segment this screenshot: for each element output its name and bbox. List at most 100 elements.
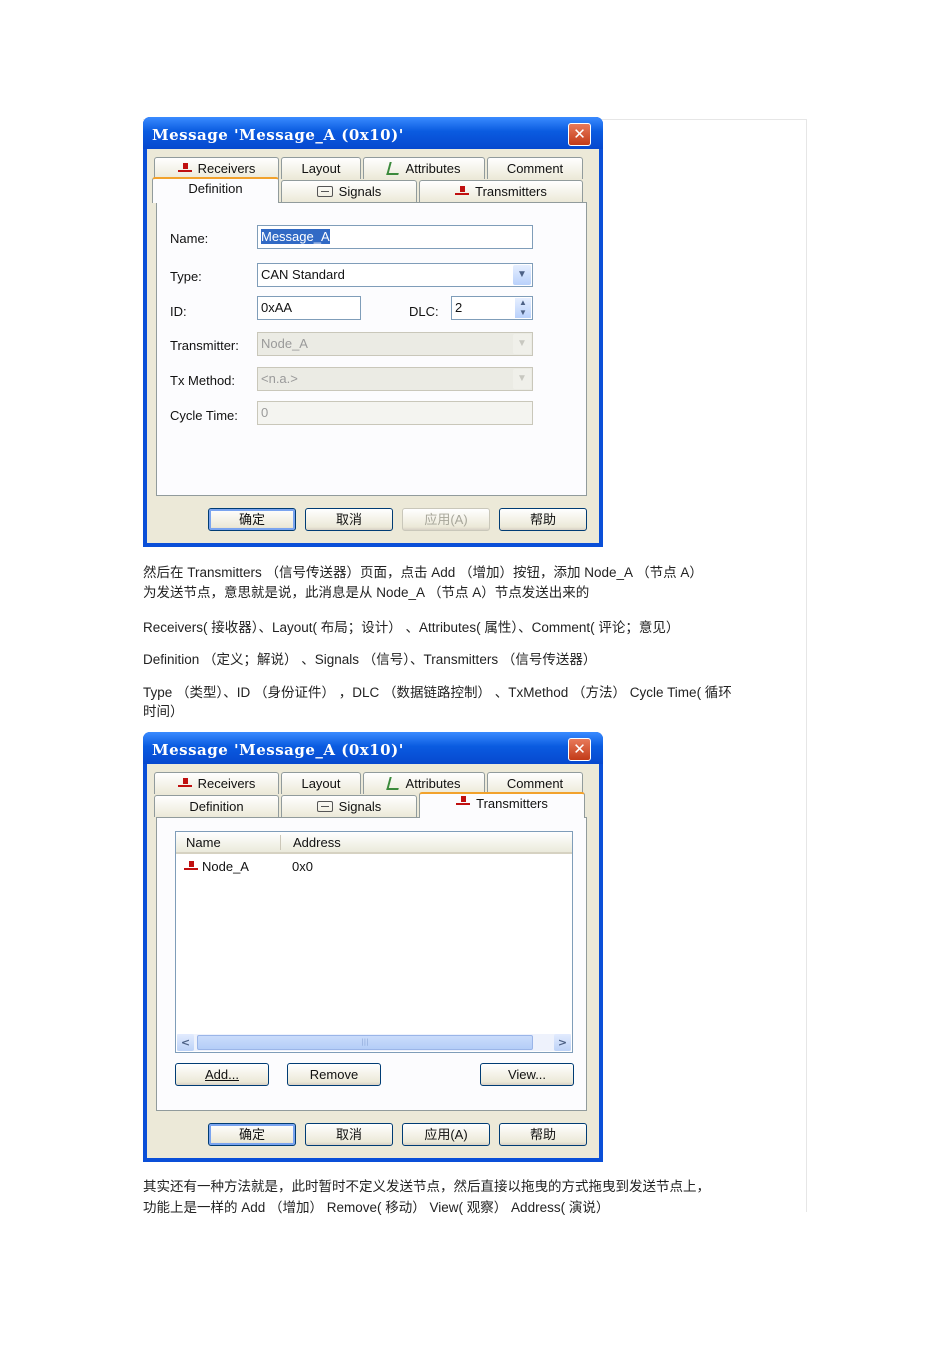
column-divider <box>280 835 281 850</box>
name-input[interactable]: Message_A <box>257 225 533 249</box>
tab-comment[interactable]: Comment <box>487 157 583 179</box>
column-header-name[interactable]: Name <box>186 835 221 850</box>
title-bar[interactable]: Message 'Message_A (0x10)' ✕ <box>143 732 603 764</box>
table-row[interactable]: Node_A 0x0 <box>182 859 562 877</box>
node-icon <box>177 162 192 175</box>
type-value: CAN Standard <box>261 267 345 282</box>
type-select[interactable]: CAN Standard ▼ <box>257 263 533 287</box>
tab-label: Comment <box>506 161 564 176</box>
txmethod-label: Tx Method: <box>170 373 236 388</box>
cancel-button[interactable]: 取消 <box>305 1123 393 1146</box>
id-input[interactable]: 0xAA <box>257 296 361 320</box>
title-bar[interactable]: Message 'Message_A (0x10)' ✕ <box>143 117 603 149</box>
scroll-thumb[interactable]: ||| <box>197 1035 533 1050</box>
dialog-client: Receivers Layout Attributes Comment Defi… <box>147 764 599 1158</box>
row-address: 0x0 <box>292 859 313 874</box>
transmitter-value: Node_A <box>261 336 308 351</box>
text-line: Type （类型）、ID （身份证件） ，DLC （数据链路控制） 、TxMet… <box>143 685 732 700</box>
cancel-button[interactable]: 取消 <box>305 508 393 531</box>
apply-button[interactable]: 应用(A) <box>402 1123 490 1146</box>
cycletime-label: Cycle Time: <box>170 408 238 423</box>
tab-signals[interactable]: Signals <box>281 180 417 202</box>
attributes-icon <box>385 777 402 790</box>
dialog-title: Message 'Message_A (0x10)' <box>152 741 404 759</box>
tab-label: Receivers <box>197 776 256 791</box>
attributes-icon <box>385 162 402 175</box>
text-line: Definition （定义；解说） 、Signals （信号）、Transmi… <box>143 652 597 667</box>
text-line: 功能上是一样的 Add （增加） Remove( 移动） View( 观察） A… <box>143 1200 610 1215</box>
apply-button: 应用(A) <box>402 508 490 531</box>
tab-comment[interactable]: Comment <box>487 772 583 794</box>
tab-label: Layout <box>301 776 341 791</box>
tab-label: Definition <box>189 799 244 814</box>
tab-label: Definition <box>188 181 243 196</box>
node-icon <box>456 796 471 808</box>
transmitters-pane: Name Address Node_A 0x0 < ||| > Add... R… <box>156 817 587 1111</box>
name-value: Message_A <box>261 229 330 244</box>
cycletime-input: 0 <box>257 401 533 425</box>
node-icon <box>184 861 198 873</box>
tab-label: Transmitters <box>476 796 548 811</box>
dlc-value: 2 <box>455 300 463 315</box>
spin-arrows-icon[interactable]: ▲ ▼ <box>515 298 531 318</box>
tab-label: Attributes <box>405 161 461 176</box>
text-line: Receivers( 接收器）、Layout( 布局；设计） 、Attribut… <box>143 620 680 635</box>
txmethod-select: <n.a.> ▼ <box>257 367 533 391</box>
tab-label: Receivers <box>197 161 256 176</box>
transmitters-list[interactable]: Name Address Node_A 0x0 < ||| > <box>175 831 573 1053</box>
name-label: Name: <box>170 231 209 246</box>
help-button[interactable]: 帮助 <box>499 508 587 531</box>
add-button[interactable]: Add... <box>175 1063 269 1086</box>
horizontal-scrollbar[interactable]: < ||| > <box>177 1034 571 1051</box>
dlc-label: DLC: <box>409 304 439 319</box>
chevron-down-icon: ▼ <box>513 334 531 354</box>
text-line: 其实还有一种方法就是，此时暂时不定义发送节点，然后直接以拖曳的方式拖曳到发送节点… <box>143 1179 710 1194</box>
scroll-left-icon[interactable]: < <box>177 1034 194 1051</box>
tab-label: Signals <box>338 184 382 199</box>
tab-definition[interactable]: Definition <box>152 177 279 203</box>
transmitter-select: Node_A ▼ <box>257 332 533 356</box>
tab-receivers[interactable]: Receivers <box>154 157 279 179</box>
tab-label: Transmitters <box>475 184 547 199</box>
tab-attributes[interactable]: Attributes <box>363 772 485 794</box>
tab-transmitters[interactable]: Transmitters <box>419 792 585 818</box>
remove-button[interactable]: Remove <box>287 1063 381 1086</box>
tab-label: Attributes <box>405 776 461 791</box>
text-line: 为发送节点，意思就是说，此消息是从 Node_A （节点 A）节点发送出来的 <box>143 585 590 600</box>
tab-definition[interactable]: Definition <box>154 795 279 817</box>
tab-attributes[interactable]: Attributes <box>363 157 485 179</box>
chevron-down-icon: ▼ <box>513 369 531 389</box>
help-button[interactable]: 帮助 <box>499 1123 587 1146</box>
id-value: 0xAA <box>261 300 293 315</box>
list-header: Name Address <box>176 832 572 854</box>
tab-transmitters[interactable]: Transmitters <box>419 180 583 202</box>
type-label: Type: <box>170 269 202 284</box>
tab-signals[interactable]: Signals <box>281 795 417 817</box>
view-button[interactable]: View... <box>480 1063 574 1086</box>
message-dialog-transmitters: Message 'Message_A (0x10)' ✕ Receivers L… <box>143 732 603 1162</box>
tab-label: Layout <box>301 161 341 176</box>
ok-button[interactable]: 确定 <box>208 508 296 531</box>
tab-layout[interactable]: Layout <box>281 772 361 794</box>
node-icon <box>177 777 192 790</box>
signals-icon <box>316 801 333 812</box>
tab-receivers[interactable]: Receivers <box>154 772 279 794</box>
signals-icon <box>316 186 333 197</box>
transmitter-label: Transmitter: <box>170 338 239 353</box>
dlc-stepper[interactable]: 2 ▲ ▼ <box>451 296 533 320</box>
scroll-right-icon[interactable]: > <box>554 1034 571 1051</box>
close-icon[interactable]: ✕ <box>568 738 591 761</box>
chevron-down-icon[interactable]: ▼ <box>513 265 531 285</box>
ok-button[interactable]: 确定 <box>208 1123 296 1146</box>
definition-pane: Name: Message_A Type: CAN Standard ▼ ID: … <box>156 202 587 496</box>
dialog-title: Message 'Message_A (0x10)' <box>152 126 404 144</box>
tab-layout[interactable]: Layout <box>281 157 361 179</box>
message-dialog-definition: Message 'Message_A (0x10)' ✕ Receivers L… <box>143 117 603 547</box>
column-header-address[interactable]: Address <box>293 835 341 850</box>
close-icon[interactable]: ✕ <box>568 123 591 146</box>
node-icon <box>455 185 470 198</box>
tab-label: Signals <box>338 799 382 814</box>
text-line: 然后在 Transmitters （信号传送器）页面，点击 Add （增加）按钮… <box>143 565 703 580</box>
tab-label: Comment <box>506 776 564 791</box>
txmethod-value: <n.a.> <box>261 371 298 386</box>
